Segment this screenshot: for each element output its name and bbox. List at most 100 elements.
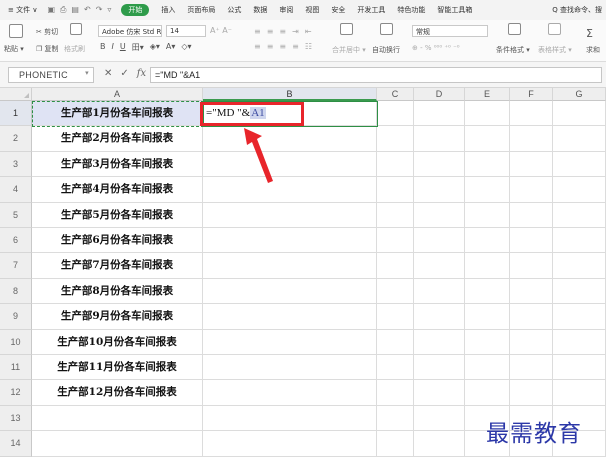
file-menu[interactable]: ≡ 文件 ∨ [6,5,43,15]
cell-e3[interactable] [465,151,510,178]
align-top-icon[interactable]: ≡ [254,27,261,36]
copy-button[interactable]: ❐ 复制 [36,44,59,54]
cell-a3[interactable]: 生产部3月份各车间报表 [32,151,203,178]
row-header-13[interactable]: 13 [0,405,32,432]
cell-b9[interactable] [203,304,377,330]
cell-d8[interactable] [414,278,465,305]
name-box[interactable]: PHONETIC ▾ [8,67,94,83]
cell-d11[interactable] [414,355,465,381]
cell-a4[interactable]: 生产部4月份各车间报表 [32,177,203,203]
cell-a9[interactable]: 生产部9月份各车间报表 [32,304,203,330]
table-style-button[interactable]: 表格样式 ▾ [538,45,572,55]
tab-review[interactable]: 审阅 [273,5,299,15]
cell-b10[interactable] [203,329,377,355]
cell-f1[interactable] [510,101,553,127]
cond-format-icon[interactable] [508,23,521,35]
fx-icon[interactable]: fx [137,68,146,79]
cell-b8[interactable] [203,278,377,305]
cell-g2[interactable] [553,126,606,152]
cell-a11[interactable]: 生产部11月份各车间报表 [32,355,203,381]
cell-d3[interactable] [414,151,465,178]
cell-b14[interactable] [203,431,377,457]
cell-a8[interactable]: 生产部8月份各车间报表 [32,278,203,305]
cell-e5[interactable] [465,202,510,228]
cell-b12[interactable] [203,380,377,406]
align-bottom-icon[interactable]: ≡ [279,27,286,36]
justify-icon[interactable]: ≡ [292,42,299,51]
cell-d12[interactable] [414,380,465,406]
column-header-b[interactable]: B [203,88,377,101]
cell-g6[interactable] [553,228,606,254]
cell-e2[interactable] [465,126,510,152]
cell-d6[interactable] [414,228,465,254]
cell-a10[interactable]: 生产部10月份各车间报表 [32,329,203,355]
merge-icon[interactable] [340,23,353,35]
preview-icon[interactable]: ▤ [71,5,79,15]
cell-e12[interactable] [465,380,510,406]
cell-g11[interactable] [553,355,606,381]
row-header-11[interactable]: 11 [0,355,32,381]
row-header-14[interactable]: 14 [0,431,32,457]
align-middle-icon[interactable]: ≡ [267,27,274,36]
cell-e4[interactable] [465,177,510,203]
cell-c6[interactable] [377,228,414,254]
cell-d10[interactable] [414,329,465,355]
wrap-text-button[interactable]: 自动换行 [372,45,400,55]
table-style-icon[interactable] [548,23,561,35]
bold-icon[interactable]: B [100,42,106,53]
cell-b6[interactable] [203,228,377,254]
cell-e11[interactable] [465,355,510,381]
cell-f10[interactable] [510,329,553,355]
cell-edit-text[interactable]: ="MD "&A1 [206,107,266,119]
cell-c2[interactable] [377,126,414,152]
tab-start[interactable]: 开始 [121,4,150,16]
row-header-5[interactable]: 5 [0,202,32,228]
conditional-format-button[interactable]: 条件格式 ▾ [496,45,530,55]
tab-security[interactable]: 安全 [325,5,351,15]
cell-f11[interactable] [510,355,553,381]
cell-e7[interactable] [465,253,510,279]
cell-c13[interactable] [377,405,414,432]
font-name-select[interactable]: Adobe 仿宋 Std R [98,25,162,37]
cell-b7[interactable] [203,253,377,279]
cell-a2[interactable]: 生产部2月份各车间报表 [32,126,203,152]
cell-f6[interactable] [510,228,553,254]
undo-icon[interactable]: ↶ [84,5,91,15]
cell-c5[interactable] [377,202,414,228]
row-header-3[interactable]: 3 [0,151,32,178]
cell-d7[interactable] [414,253,465,279]
font-color-icon[interactable]: A▾ [166,42,176,53]
cancel-icon[interactable]: ✕ [104,68,112,79]
cell-f4[interactable] [510,177,553,203]
row-header-2[interactable]: 2 [0,126,32,152]
cell-f12[interactable] [510,380,553,406]
row-header-6[interactable]: 6 [0,228,32,254]
cell-a5[interactable]: 生产部5月份各车间报表 [32,202,203,228]
wrap-icon[interactable] [380,23,393,35]
outdent-icon[interactable]: ⇤ [305,27,312,36]
distribute-icon[interactable]: ☷ [305,42,312,51]
merge-center-button[interactable]: 合并居中 ▾ [332,45,366,55]
sum-icon[interactable]: Σ [586,27,593,40]
print-icon[interactable]: ⎙ [60,5,66,15]
save-icon[interactable]: ▣ [47,5,55,15]
cell-f8[interactable] [510,278,553,305]
align-left-icon[interactable]: ≡ [254,42,261,51]
chevron-down-icon[interactable]: ▾ [85,69,89,77]
cell-b11[interactable] [203,355,377,381]
format-painter-icon[interactable] [70,23,82,35]
cell-g7[interactable] [553,253,606,279]
formula-input[interactable]: ="MD "&A1 [150,67,602,83]
select-all-corner[interactable] [0,88,32,101]
cell-d13[interactable] [414,405,465,432]
tab-formula[interactable]: 公式 [221,5,247,15]
sum-button[interactable]: 求和 [586,45,600,55]
tab-page-layout[interactable]: 页面布局 [181,5,221,15]
column-header-f[interactable]: F [510,88,553,101]
tab-developer[interactable]: 开发工具 [351,5,391,15]
cell-g12[interactable] [553,380,606,406]
cell-c9[interactable] [377,304,414,330]
row-header-8[interactable]: 8 [0,278,32,305]
cell-g8[interactable] [553,278,606,305]
redo-icon[interactable]: ↷ [96,5,103,15]
